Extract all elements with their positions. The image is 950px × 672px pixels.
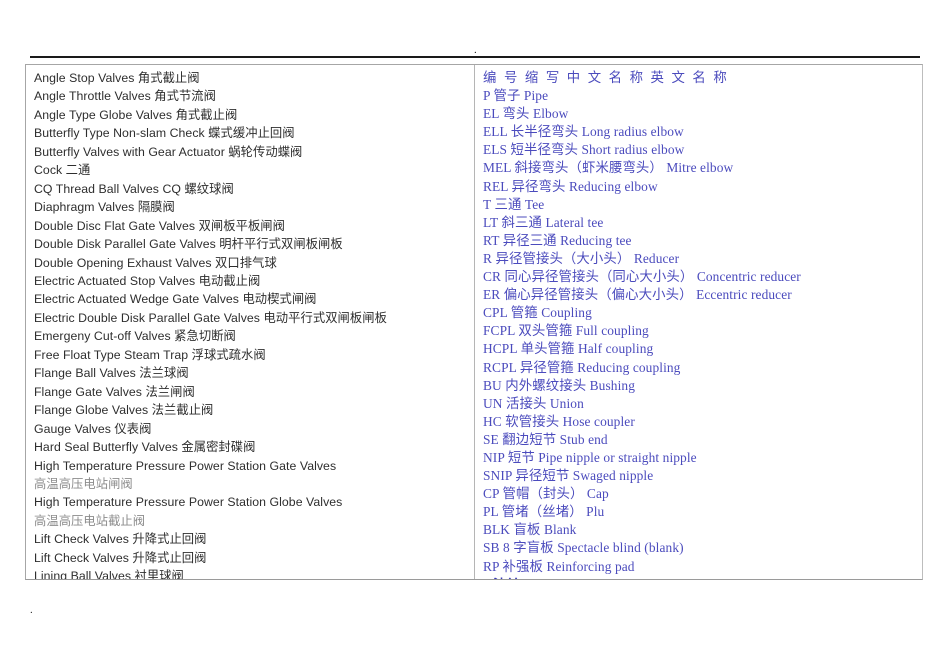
glossary-entry: RP 补强板 Reinforcing pad [483, 558, 635, 574]
glossary-entry: Gauge Valves 仪表阀 [34, 421, 152, 436]
glossary-entry: PL 管堵（丝堵） Plu [483, 504, 605, 520]
glossary-entry: Butterfly Valves with Gear Actuator 蜗轮传动… [34, 144, 303, 159]
glossary-entry: 高温高压电站闸阀 [34, 476, 133, 491]
glossary-entry: Electric Actuated Stop Valves 电动截止阀 [34, 273, 261, 288]
glossary-entry: Angle Stop Valves 角式截止阀 [34, 71, 200, 85]
pipe-fitting-column: 编 号 缩 写 中 文 名 称 英 文 名 称 P 管子 Pipe EL 弯头 El… [475, 65, 922, 579]
glossary-entry: BLK 盲板 Blank [483, 522, 577, 538]
glossary-entry: Double Disk Parallel Gate Valves 明杆平行式双闸… [34, 237, 343, 252]
glossary-entry: Lining Ball Valves 衬里球阀 [34, 569, 184, 579]
glossary-entry: Angle Type Globe Valves 角式截止阀 [34, 107, 238, 122]
glossary-entry: CQ Thread Ball Valves CQ 螺纹球阀 [34, 181, 234, 196]
glossary-entry: FCPL 双头管箍 Full coupling [483, 323, 649, 339]
document-page: . Angle Stop Valves 角式截止阀 Angle Throttle … [0, 0, 950, 672]
glossary-entry: ELS 短半径弯头 Short radius elbow [483, 142, 685, 158]
glossary-entry: CP 管帽（封头） Cap [483, 486, 609, 502]
glossary-entry: CR 同心异径管接头（同心大小头） Concentric reducer [483, 269, 801, 285]
glossary-entry: Angle Throttle Valves 角式节流阀 [34, 89, 216, 104]
glossary-entry: R 异径管接头（大小头） Reducer [483, 250, 680, 266]
glossary-entry: Hard Seal Butterfly Valves 金属密封碟阀 [34, 440, 256, 455]
glossary-entry: Double Opening Exhaust Valves 双口排气球 [34, 255, 277, 270]
top-stray-period: . [474, 44, 477, 56]
glossary-entry: SB 8 字盲板 Spectacle blind (blank) [483, 540, 684, 556]
glossary-entry: Flange Globe Valves 法兰截止阀 [34, 403, 214, 418]
glossary-entry: HCPL 单头管箍 Half coupling [483, 341, 654, 357]
glossary-entry: NIP 短节 Pipe nipple or straight nipple [483, 449, 697, 465]
glossary-table: Angle Stop Valves 角式截止阀 Angle Throttle Va… [25, 64, 923, 580]
valve-terms-column: Angle Stop Valves 角式截止阀 Angle Throttle Va… [26, 65, 475, 579]
glossary-entry: Butterfly Type Non-slam Check 蝶式缓冲止回阀 [34, 126, 295, 141]
header-horizontal-rule [30, 56, 920, 58]
glossary-entry: Double Disc Flat Gate Valves 双闸板平板闸阀 [34, 218, 285, 233]
glossary-entry: High Temperature Pressure Power Station … [34, 495, 343, 510]
glossary-entry: SNIP 异径短节 Swaged nipple [483, 468, 654, 484]
glossary-entry: Diaphragm Valves 隔膜阀 [34, 200, 175, 215]
glossary-entry: REL 异径弯头 Reducing elbow [483, 178, 658, 194]
glossary-entry: Emergeny Cut-off Valves 紧急切断阀 [34, 329, 236, 344]
glossary-entry: SE 翻边短节 Stub end [483, 431, 608, 447]
bottom-stray-period: . [30, 604, 33, 616]
glossary-entry: RT 异径三通 Reducing tee [483, 232, 632, 248]
glossary-entry: EL 弯头 Elbow [483, 106, 569, 122]
glossary-entry: 高温高压电站截止阀 [34, 513, 146, 528]
glossary-entry: ER 偏心异径管接头（偏心大小头） Eccentric reducer [483, 287, 792, 303]
glossary-entry: CPL 管箍 Coupling [483, 305, 592, 321]
glossary-entry: Flange Gate Valves 法兰闸阀 [34, 384, 195, 399]
glossary-entry: Flange Ball Valves 法兰球阀 [34, 366, 189, 381]
glossary-entry: UN 活接头 Union [483, 395, 584, 411]
glossary-entry: LT 斜三通 Lateral tee [483, 214, 604, 230]
glossary-entry: Lift Check Valves 升降式止回阀 [34, 550, 207, 565]
glossary-entry: Free Float Type Steam Trap 浮球式疏水阀 [34, 347, 266, 362]
glossary-entry: T 三通 Tee [483, 196, 545, 212]
section-heading: 2 法兰 [483, 576, 918, 579]
glossary-entry: ELL 长半径弯头 Long radius elbow [483, 124, 684, 140]
glossary-entry: BU 内外螺纹接头 Bushing [483, 377, 635, 393]
glossary-entry: RCPL 异径管箍 Reducing coupling [483, 359, 681, 375]
glossary-entry: High Temperature Pressure Power Station … [34, 458, 337, 473]
glossary-entry: P 管子 Pipe [483, 88, 549, 104]
glossary-entry: Electric Actuated Wedge Gate Valves 电动楔式… [34, 292, 317, 307]
glossary-entry: Electric Double Disk Parallel Gate Valve… [34, 310, 387, 325]
glossary-entry: MEL 斜接弯头（虾米腰弯头） Mitre elbow [483, 160, 734, 176]
glossary-entry: Lift Check Valves 升降式止回阀 [34, 532, 207, 547]
glossary-entry: Cock 二通 [34, 163, 91, 178]
column-header-row: 编 号 缩 写 中 文 名 称 英 文 名 称 [483, 70, 729, 85]
glossary-entry: HC 软管接头 Hose coupler [483, 413, 635, 429]
